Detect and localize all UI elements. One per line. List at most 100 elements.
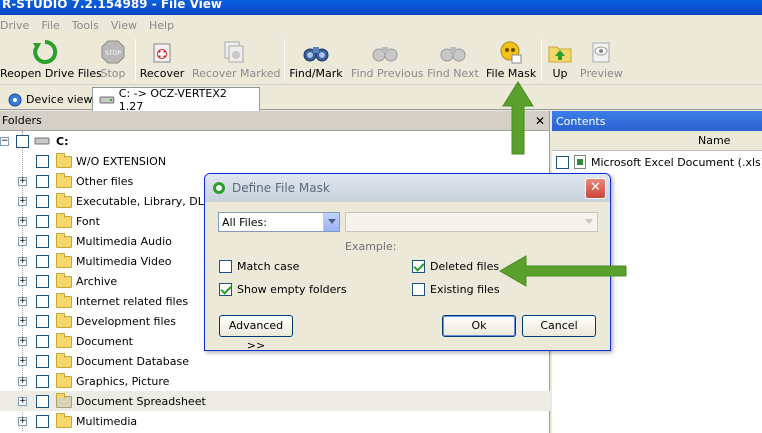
view-tabs: Device view C: -> OCZ-VERTEX2 1.27 [0, 87, 762, 113]
dialog-close-button[interactable]: ✕ [585, 178, 606, 199]
expand-icon[interactable]: + [18, 417, 27, 426]
device-view-icon [8, 93, 22, 106]
folder-icon [56, 213, 72, 228]
expand-icon[interactable]: + [18, 217, 27, 226]
checkbox[interactable] [412, 283, 425, 296]
tree-folder-row-selected[interactable]: + Document Spreadsheet [0, 391, 550, 411]
chevron-down-icon[interactable] [323, 213, 339, 231]
folder-checkbox[interactable] [36, 234, 49, 248]
match-case-checkbox[interactable]: Match case [219, 260, 299, 273]
drive-icon [34, 137, 50, 145]
name-column-header[interactable]: Name [552, 131, 762, 151]
checkbox[interactable] [219, 283, 232, 296]
folder-icon [56, 413, 72, 428]
reopen-icon [33, 39, 58, 64]
file-mask-icon [500, 41, 522, 64]
collapse-icon[interactable]: − [0, 137, 9, 146]
expand-icon[interactable]: + [18, 297, 27, 306]
menu-view[interactable]: View [105, 19, 143, 32]
tree-folder-row[interactable]: + Multimedia [0, 411, 550, 431]
find-next-button[interactable]: Find Next [427, 35, 479, 85]
tree-folder-row[interactable]: + Graphics, Picture [0, 371, 550, 391]
tab-device-view[interactable]: Device view [2, 89, 98, 110]
drive-icon [99, 96, 115, 103]
ok-button[interactable]: Ok [442, 315, 516, 337]
existing-files-checkbox[interactable]: Existing files [412, 283, 500, 296]
expand-icon[interactable]: + [18, 177, 27, 186]
folder-checkbox[interactable] [36, 354, 49, 368]
mask-pattern-select[interactable] [345, 212, 598, 232]
root-checkbox[interactable] [16, 134, 29, 148]
toolbar-separator [284, 39, 285, 81]
cancel-button[interactable]: Cancel [522, 315, 596, 337]
annotation-arrow-up [502, 81, 534, 155]
expand-icon[interactable]: + [18, 357, 27, 366]
dialog-title-bar[interactable]: Define File Mask ✕ [205, 174, 610, 202]
expand-icon[interactable]: + [18, 317, 27, 326]
folder-checkbox[interactable] [36, 214, 49, 228]
file-type-select[interactable]: All Files: [218, 212, 340, 232]
tree-folder-row[interactable]: + Document Database [0, 351, 550, 371]
folder-icon [56, 273, 72, 288]
menu-help[interactable]: Help [143, 19, 180, 32]
folders-panel-header: Folders ✕ [0, 111, 549, 131]
reopen-drive-files-button[interactable]: Reopen Drive Files [0, 35, 102, 85]
preview-button[interactable]: Preview [580, 35, 623, 85]
folder-icon [56, 333, 72, 348]
folder-icon [56, 233, 72, 248]
binoculars-icon [303, 47, 329, 62]
folder-icon [56, 313, 72, 328]
toolbar-separator [135, 39, 136, 81]
tree-root-row[interactable]: − C: [0, 131, 550, 151]
recover-icon [153, 43, 171, 63]
tree-folder-row[interactable]: W/O EXTENSION [0, 151, 550, 171]
expand-icon[interactable]: + [18, 277, 27, 286]
recover-marked-button[interactable]: Recover Marked [192, 35, 280, 85]
folder-icon [56, 353, 72, 368]
expand-icon[interactable]: + [18, 337, 27, 346]
file-checkbox[interactable] [556, 155, 569, 169]
find-mark-button[interactable]: Find/Mark [289, 35, 343, 85]
folder-checkbox[interactable] [36, 174, 49, 188]
expand-icon[interactable]: + [18, 197, 27, 206]
annotation-arrow-left [498, 255, 627, 287]
expand-icon[interactable]: + [18, 257, 27, 266]
window-title: R-STUDIO 7.2.154989 - File View [2, 0, 223, 11]
folder-icon [56, 193, 72, 208]
folder-checkbox[interactable] [36, 294, 49, 308]
find-previous-button[interactable]: Find Previous [351, 35, 424, 85]
folder-checkbox[interactable] [36, 274, 49, 288]
toolbar: Reopen Drive Files STOP Stop Recover Rec… [0, 35, 762, 85]
folder-up-icon [548, 46, 572, 63]
checkbox[interactable] [219, 260, 232, 273]
show-empty-folders-checkbox[interactable]: Show empty folders [219, 283, 347, 296]
binoculars-icon [372, 47, 398, 62]
list-item[interactable]: Microsoft Excel Document (.xls) [556, 153, 762, 171]
close-icon[interactable]: ✕ [535, 114, 545, 128]
expand-icon[interactable]: + [18, 237, 27, 246]
stop-button[interactable]: STOP Stop [96, 35, 130, 85]
window-title-bar: R-STUDIO 7.2.154989 - File View [0, 0, 762, 15]
folder-checkbox[interactable] [36, 194, 49, 208]
checkbox[interactable] [412, 260, 425, 273]
folder-checkbox[interactable] [36, 254, 49, 268]
deleted-files-checkbox[interactable]: Deleted files [412, 260, 499, 273]
advanced-button[interactable]: Advanced >> [219, 315, 293, 352]
menu-file[interactable]: File [35, 19, 65, 32]
folder-icon [56, 293, 72, 308]
menu-tools[interactable]: Tools [66, 19, 105, 32]
tab-drive-file-view[interactable]: C: -> OCZ-VERTEX2 1.27 [92, 87, 260, 113]
folder-checkbox[interactable] [36, 414, 49, 428]
recover-button[interactable]: Recover [139, 35, 185, 85]
folder-checkbox[interactable] [36, 394, 49, 408]
folder-checkbox[interactable] [36, 314, 49, 328]
expand-icon[interactable]: + [18, 377, 27, 386]
folder-checkbox[interactable] [36, 334, 49, 348]
folder-checkbox[interactable] [36, 374, 49, 388]
folder-checkbox[interactable] [36, 154, 49, 168]
up-button[interactable]: Up [547, 35, 573, 85]
file-mask-button[interactable]: File Mask [486, 35, 536, 85]
expand-icon[interactable]: + [18, 397, 27, 406]
folder-icon [56, 253, 72, 268]
menu-drive[interactable]: Drive [0, 19, 35, 32]
